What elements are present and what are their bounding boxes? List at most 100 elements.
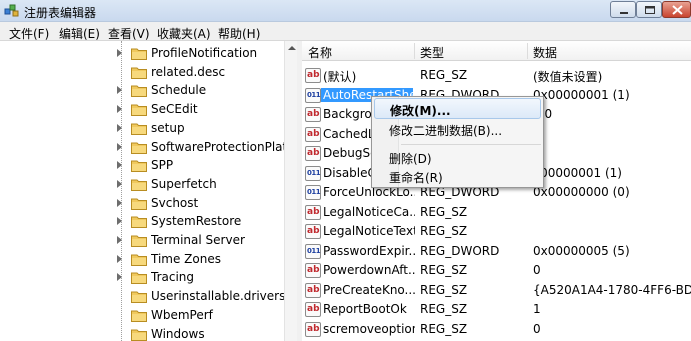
folder-icon xyxy=(131,104,147,117)
expand-arrow-icon[interactable] xyxy=(117,142,122,151)
scroll-up-icon[interactable] xyxy=(288,46,296,50)
value-data: 0x00000001 (1) xyxy=(533,87,630,102)
value-name: scremoveoption xyxy=(323,321,415,336)
tree-item-label: Windows xyxy=(151,326,205,341)
tree-item[interactable]: SoftwareProtectionPlatfo xyxy=(0,138,284,157)
values-list[interactable]: 名称 类型 数据 ab (默认) REG_SZ (数值未设置) 011 AutoResta… xyxy=(302,41,691,341)
expand-arrow-icon[interactable] xyxy=(117,273,122,282)
list-header: 名称 类型 数据 xyxy=(302,41,691,61)
menu-help[interactable]: 帮助(H) xyxy=(218,25,260,42)
tree-item[interactable]: Schedule xyxy=(0,81,284,100)
dword-value-icon: 011 xyxy=(305,87,321,103)
menu-item-rename-label: 重命名(R) xyxy=(389,171,443,185)
value-row[interactable]: ab ReportBootOk REG_SZ 1 xyxy=(302,300,691,319)
menu-file[interactable]: 文件(F) xyxy=(9,25,49,42)
tree-item-label: ProfileNotification xyxy=(151,46,258,60)
expand-arrow-icon[interactable] xyxy=(117,49,122,57)
value-type: REG_SZ xyxy=(420,302,468,316)
close-button[interactable] xyxy=(662,1,691,18)
minimize-button[interactable] xyxy=(610,1,636,18)
menu-item-delete[interactable]: 删除(D) xyxy=(374,147,541,168)
tree-item[interactable]: Time Zones xyxy=(0,250,284,269)
value-name: LegalNoticeCa... xyxy=(323,204,415,219)
folder-icon xyxy=(131,85,147,98)
dword-value-icon: 011 xyxy=(305,243,321,259)
string-value-icon: ab xyxy=(305,224,321,239)
expand-arrow-icon[interactable] xyxy=(117,217,122,226)
window-title: 注册表编辑器 xyxy=(24,6,97,20)
tree-item[interactable]: setup xyxy=(0,119,284,138)
menu-edit[interactable]: 编辑(E) xyxy=(59,25,100,42)
tree-item[interactable]: SeCEdit xyxy=(0,100,284,119)
folder-icon xyxy=(131,179,147,191)
tree-scrollbar[interactable] xyxy=(284,41,297,341)
tree-item-label: related.desc xyxy=(151,64,226,79)
value-row[interactable]: ab PreCreateKno... REG_SZ {A520A1A4-1780-4F… xyxy=(302,281,691,300)
expand-arrow-icon[interactable] xyxy=(117,179,122,188)
folder-icon xyxy=(131,123,147,135)
tree-item[interactable]: Superfetch xyxy=(0,175,284,194)
string-value-icon: ab xyxy=(305,68,321,83)
tree-item[interactable]: WbemPerf xyxy=(0,306,284,325)
tree-item[interactable]: related.desc xyxy=(0,63,284,82)
value-data: 0x00000000 (0) xyxy=(533,185,630,199)
menu-item-modify-label: 修改(M)... xyxy=(390,104,451,118)
maximize-button[interactable] xyxy=(636,1,662,18)
tree-item-label: Superfetch xyxy=(151,176,217,191)
expand-arrow-icon[interactable] xyxy=(117,254,122,263)
expand-arrow-icon[interactable] xyxy=(117,161,122,170)
column-name-header[interactable]: 名称 xyxy=(308,44,332,61)
value-data: 0x00000005 (5) xyxy=(533,243,630,258)
value-data: x00000001 (1) xyxy=(533,165,622,180)
title-bar: 注册表编辑器 xyxy=(0,0,691,22)
value-name: PasswordExpir... xyxy=(323,243,415,258)
folder-icon xyxy=(131,329,147,341)
tree-item-label: Time Zones xyxy=(151,251,221,266)
menu-item-modify[interactable]: 修改(M)... xyxy=(374,98,541,119)
expand-arrow-icon[interactable] xyxy=(117,198,122,207)
expand-arrow-icon[interactable] xyxy=(117,236,122,244)
tree-item[interactable]: Terminal Server xyxy=(0,231,284,250)
string-value-icon: ab xyxy=(305,263,321,278)
registry-editor-icon xyxy=(4,4,19,17)
expand-arrow-icon[interactable] xyxy=(117,123,122,132)
value-name: PreCreateKno... xyxy=(323,282,415,297)
menu-favorites[interactable]: 收藏夹(A) xyxy=(157,25,211,42)
value-name: LegalNoticeText xyxy=(323,224,415,238)
tree-item[interactable]: Windows xyxy=(0,325,284,341)
value-data: 0 xyxy=(533,321,541,336)
value-type: REG_SZ xyxy=(420,321,468,336)
string-value-icon: ab xyxy=(305,204,321,220)
tree-item[interactable]: ProfileNotification xyxy=(0,44,284,63)
tree-item[interactable]: SPP xyxy=(0,156,284,175)
value-type: REG_SZ xyxy=(420,68,468,82)
value-type: REG_SZ xyxy=(420,204,468,219)
menu-item-rename[interactable]: 重命名(R) xyxy=(374,166,541,187)
value-row[interactable]: ab scremoveoption REG_SZ 0 xyxy=(302,320,691,339)
expand-arrow-icon[interactable] xyxy=(117,105,122,114)
value-data: (数值未设置) xyxy=(533,70,603,84)
value-row[interactable]: ab PowerdownAft... REG_SZ 0 xyxy=(302,261,691,280)
folder-icon xyxy=(131,198,147,210)
menu-view[interactable]: 查看(V) xyxy=(108,25,150,42)
folder-icon xyxy=(131,160,147,173)
tree-item[interactable]: Tracing xyxy=(0,268,284,287)
folder-icon xyxy=(131,235,147,247)
tree-item[interactable]: Userinstallable.drivers xyxy=(0,287,284,306)
expand-arrow-icon[interactable] xyxy=(117,86,122,95)
tree-item-label: Tracing xyxy=(151,270,195,285)
tree-item[interactable]: SystemRestore xyxy=(0,212,284,231)
value-row[interactable]: ab LegalNoticeCa... REG_SZ xyxy=(302,203,691,222)
value-row[interactable]: ab (默认) REG_SZ (数值未设置) xyxy=(302,66,691,85)
tree-item[interactable]: Svchost xyxy=(0,194,284,213)
column-type-header[interactable]: 类型 xyxy=(420,44,444,61)
registry-tree[interactable]: ProfileNotification related.desc Schedule S… xyxy=(0,41,297,341)
menu-item-modify-binary[interactable]: 修改二进制数据(B)... xyxy=(374,119,541,140)
folder-icon xyxy=(131,254,147,266)
value-row[interactable]: 011 PasswordExpir... REG_DWORD 0x00000005 (… xyxy=(302,242,691,261)
value-row[interactable]: ab LegalNoticeText REG_SZ xyxy=(302,222,691,241)
column-data-header[interactable]: 数据 xyxy=(533,44,557,61)
tree-item-label: Schedule xyxy=(151,83,207,98)
string-value-icon: ab xyxy=(305,107,321,122)
dword-value-icon: 011 xyxy=(305,165,321,181)
